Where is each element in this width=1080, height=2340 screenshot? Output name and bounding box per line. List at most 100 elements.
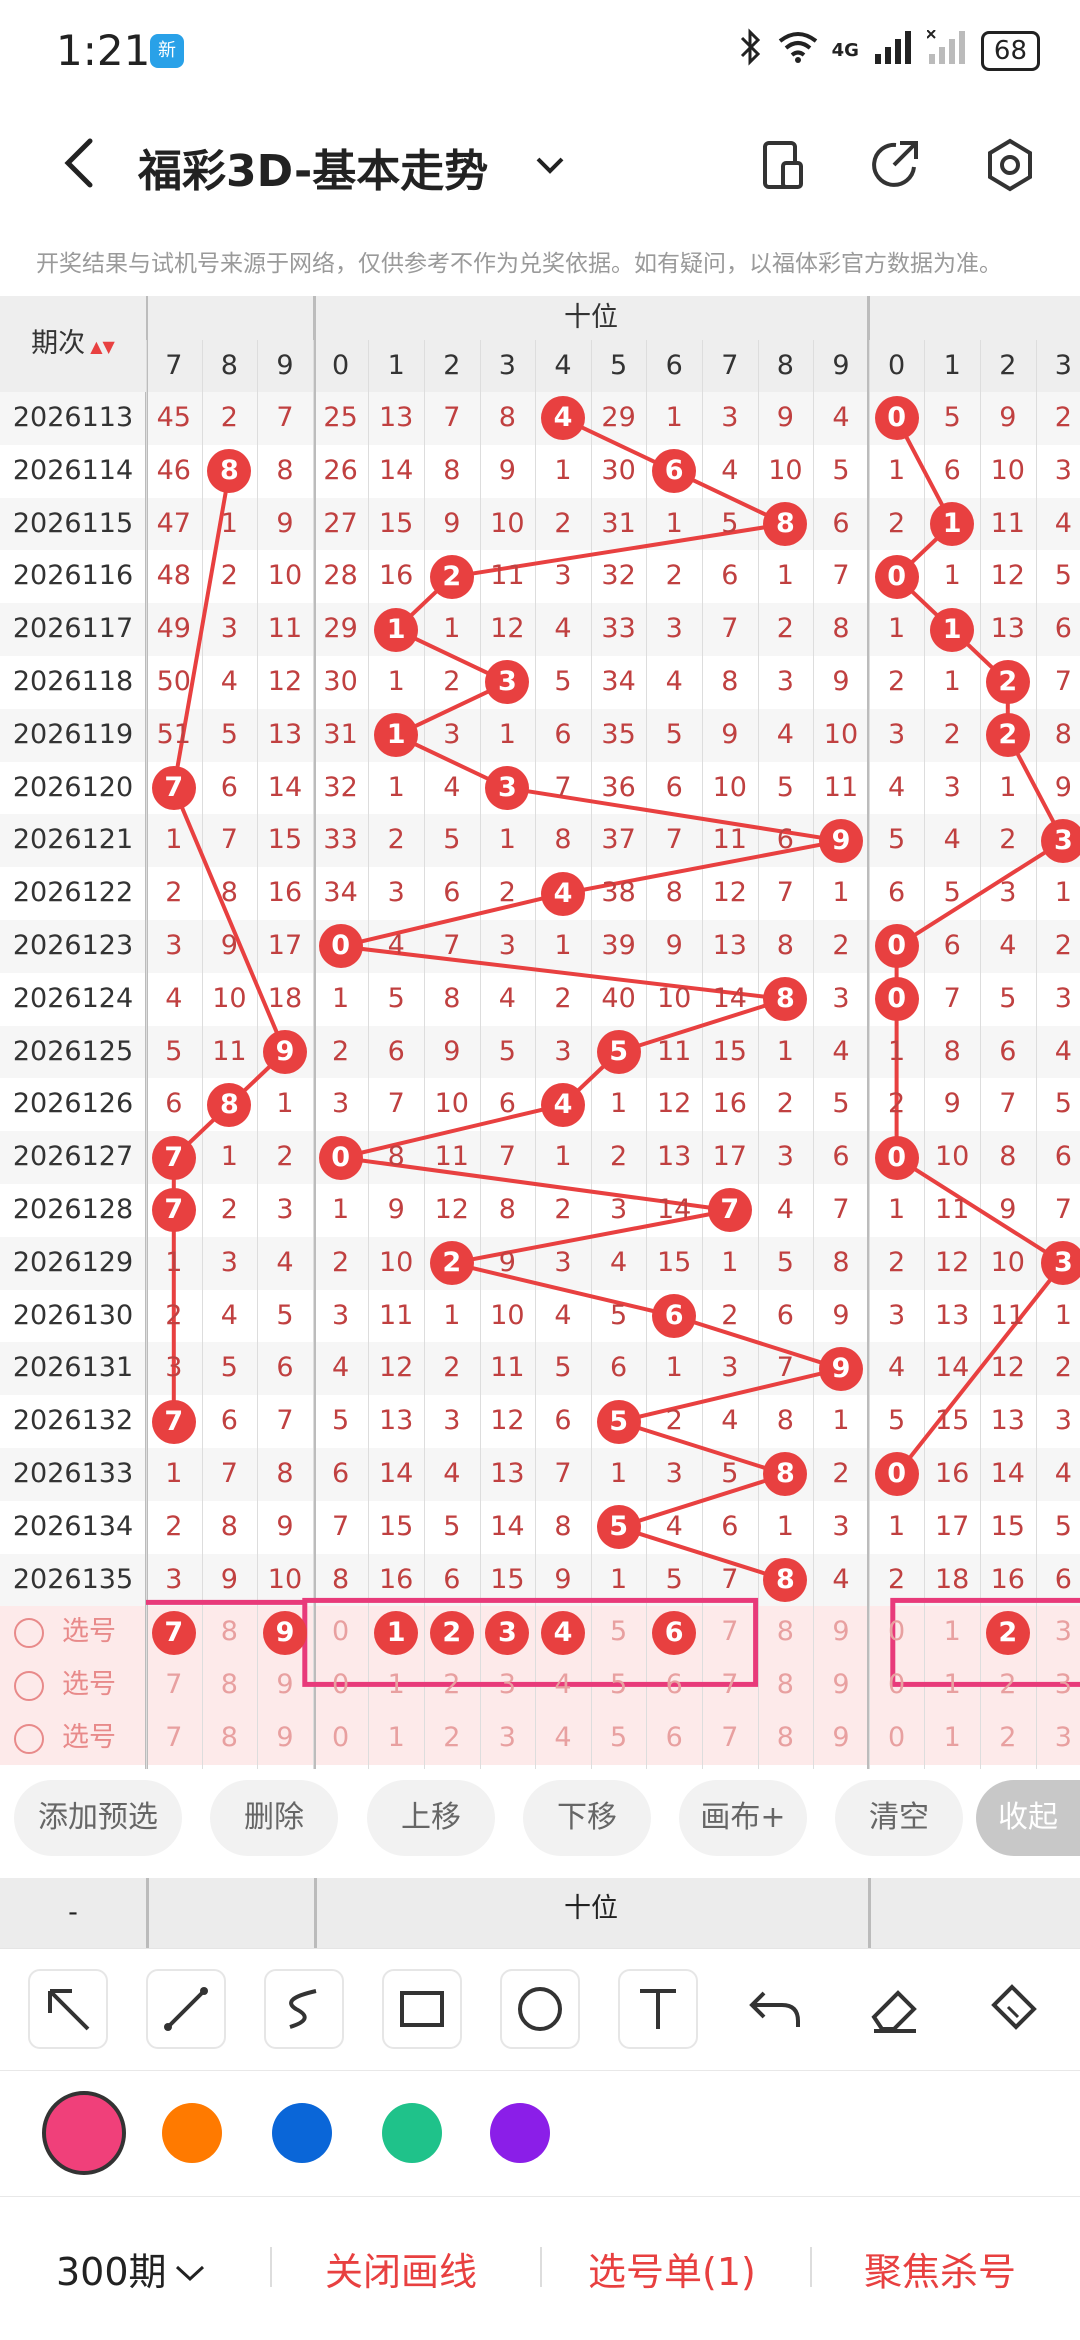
selection-list-button[interactable]: 选号单(1) xyxy=(588,2241,756,2296)
omission-cell: 6 xyxy=(220,771,238,803)
select-number-cell[interactable]: 7 xyxy=(702,1606,758,1659)
divider xyxy=(270,2247,272,2287)
selected-number-ball[interactable]: 2 xyxy=(985,1610,1030,1655)
selected-number-ball[interactable]: 3 xyxy=(485,1610,530,1655)
radio-circle-icon[interactable] xyxy=(14,1723,44,1754)
clear-brush-icon[interactable] xyxy=(972,1969,1052,2049)
select-number-cell[interactable]: 2 xyxy=(424,1712,480,1765)
select-number-cell[interactable]: 7 xyxy=(146,1659,202,1712)
select-number-cell[interactable]: 7 xyxy=(702,1659,758,1712)
select-number-cell[interactable]: 2 xyxy=(980,1659,1036,1712)
text-icon[interactable] xyxy=(618,1969,698,2049)
omission-cell: 6 xyxy=(554,1405,572,1437)
select-number-cell[interactable]: 1 xyxy=(368,1712,424,1765)
select-number-cell[interactable]: 8 xyxy=(202,1712,258,1765)
eraser-icon[interactable] xyxy=(854,1969,934,2049)
select-number-cell[interactable]: 8 xyxy=(758,1712,814,1765)
select-number-cell[interactable]: 8 xyxy=(202,1659,258,1712)
select-row-label[interactable]: 选号 xyxy=(14,1606,144,1659)
radio-circle-icon[interactable] xyxy=(14,1670,44,1701)
share-icon[interactable] xyxy=(868,137,924,193)
select-number-cell[interactable]: 0 xyxy=(869,1659,925,1712)
select-number-cell[interactable]: 3 xyxy=(1036,1606,1080,1659)
move-up-button[interactable]: 上移 xyxy=(367,1780,495,1856)
omission-cell: 7 xyxy=(443,930,461,961)
rectangle-icon[interactable] xyxy=(382,1969,462,2049)
select-number-cell[interactable]: 4 xyxy=(535,1712,591,1765)
close-draw-button[interactable]: 关闭画线 xyxy=(325,2241,477,2296)
select-number-cell[interactable]: 1 xyxy=(924,1712,980,1765)
select-number-cell[interactable]: 8 xyxy=(202,1606,258,1659)
select-number-cell[interactable]: 6 xyxy=(646,1659,702,1712)
select-number-cell[interactable]: 0 xyxy=(313,1606,369,1659)
select-number-cell[interactable]: 3 xyxy=(1036,1659,1080,1712)
selected-number-ball[interactable]: 7 xyxy=(151,1610,196,1655)
select-number-cell[interactable]: 1 xyxy=(924,1659,980,1712)
select-number-cell[interactable]: 0 xyxy=(313,1712,369,1765)
selected-number-ball[interactable]: 6 xyxy=(652,1610,697,1655)
select-number-cell[interactable]: 9 xyxy=(813,1712,869,1765)
select-number-cell[interactable]: 9 xyxy=(813,1606,869,1659)
back-icon[interactable] xyxy=(52,133,112,193)
period-header[interactable]: 期次 ▲▼ xyxy=(0,296,146,392)
color-swatch-purple[interactable] xyxy=(490,2103,550,2163)
selected-number-ball[interactable]: 2 xyxy=(429,1610,474,1655)
select-number-cell[interactable]: 3 xyxy=(1036,1712,1080,1765)
move-down-button[interactable]: 下移 xyxy=(523,1780,651,1856)
select-number-cell[interactable]: 2 xyxy=(980,1712,1036,1765)
line-icon[interactable] xyxy=(146,1969,226,2049)
undo-icon[interactable] xyxy=(736,1969,816,2049)
circle-icon[interactable] xyxy=(500,1969,580,2049)
select-number-cell[interactable]: 9 xyxy=(257,1712,313,1765)
select-number-cell[interactable]: 5 xyxy=(591,1659,647,1712)
select-number-cell[interactable]: 0 xyxy=(313,1659,369,1712)
add-preselect-button[interactable]: 添加预选 xyxy=(14,1780,182,1856)
select-number-cell[interactable]: 3 xyxy=(480,1712,536,1765)
selected-number-ball[interactable]: 4 xyxy=(541,1610,585,1655)
select-number-cell[interactable]: 8 xyxy=(758,1606,814,1659)
radio-circle-icon[interactable] xyxy=(14,1617,44,1648)
select-number-cell[interactable]: 8 xyxy=(758,1659,814,1712)
color-swatch-green[interactable] xyxy=(382,2103,442,2163)
selected-number-ball[interactable]: 9 xyxy=(263,1610,307,1655)
sort-icon[interactable]: ▲▼ xyxy=(85,337,115,356)
omission-cell: 1 xyxy=(387,666,405,697)
color-swatch-pink[interactable] xyxy=(42,2091,126,2175)
select-number-cell[interactable]: 2 xyxy=(424,1659,480,1712)
omission-cell: 9 xyxy=(443,1035,461,1067)
delete-button[interactable]: 删除 xyxy=(210,1780,338,1856)
omission-cell: 6 xyxy=(943,454,961,486)
clear-button[interactable]: 清空 xyxy=(835,1780,963,1856)
select-number-cell[interactable]: 1 xyxy=(924,1606,980,1659)
select-number-cell[interactable]: 9 xyxy=(257,1659,313,1712)
chevron-down-icon[interactable] xyxy=(530,145,570,185)
column-header-digit: 1 xyxy=(387,350,405,381)
select-row-label[interactable]: 选号 xyxy=(14,1659,144,1712)
color-swatch-blue[interactable] xyxy=(272,2103,332,2163)
select-number-cell[interactable]: 7 xyxy=(146,1712,202,1765)
select-number-cell[interactable]: 0 xyxy=(869,1712,925,1765)
select-number-cell[interactable]: 1 xyxy=(368,1659,424,1712)
select-number-cell[interactable]: 7 xyxy=(702,1712,758,1765)
curve-icon[interactable] xyxy=(264,1969,344,2049)
period-cell: 2026129 xyxy=(12,1246,134,1278)
collapse-button[interactable]: 收起 xyxy=(976,1780,1080,1856)
select-number-cell[interactable]: 9 xyxy=(813,1659,869,1712)
canvas-add-button[interactable]: 画布+ xyxy=(679,1780,807,1856)
color-swatch-orange[interactable] xyxy=(162,2103,222,2163)
select-number-cell[interactable]: 5 xyxy=(591,1712,647,1765)
settings-icon[interactable] xyxy=(982,137,1038,193)
select-row-label[interactable]: 选号 xyxy=(14,1712,144,1765)
arrow-icon[interactable] xyxy=(28,1969,108,2049)
period-count-dropdown[interactable]: 300期 xyxy=(56,2241,207,2296)
select-number-cell[interactable]: 0 xyxy=(869,1606,925,1659)
omission-cell: 3 xyxy=(721,402,739,433)
device-icon[interactable] xyxy=(755,137,811,193)
select-number-cell[interactable]: 3 xyxy=(480,1659,536,1712)
page-title[interactable]: 福彩3D-基本走势 xyxy=(138,135,488,199)
select-number-cell[interactable]: 6 xyxy=(646,1712,702,1765)
selected-number-ball[interactable]: 1 xyxy=(374,1610,419,1655)
select-number-cell[interactable]: 5 xyxy=(591,1606,647,1659)
select-number-cell[interactable]: 4 xyxy=(535,1659,591,1712)
focus-kill-button[interactable]: 聚焦杀号 xyxy=(864,2241,1016,2296)
